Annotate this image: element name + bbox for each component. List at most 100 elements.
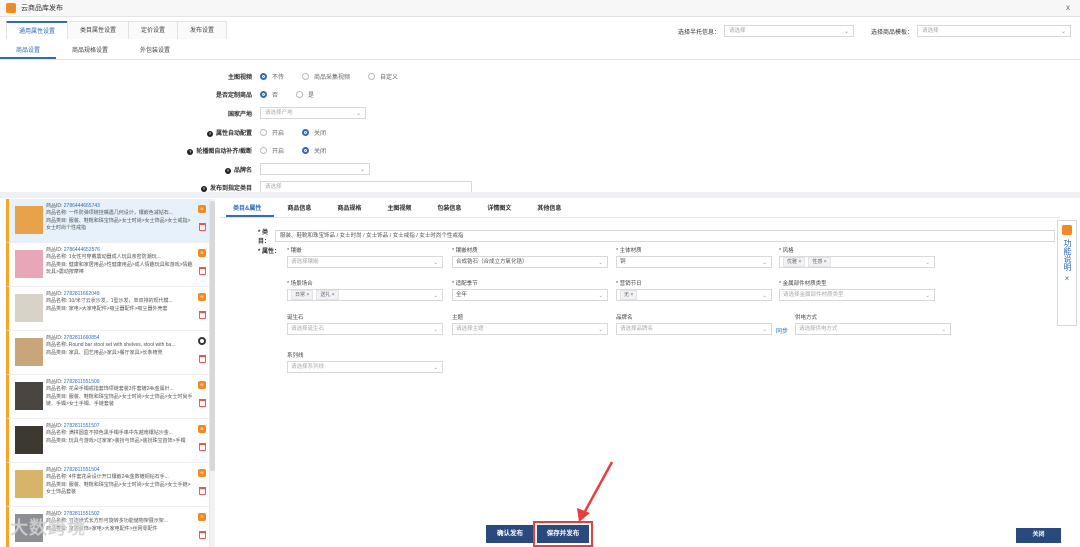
product-id[interactable]: 2782811662049 xyxy=(64,291,100,297)
scrollbar-thumb[interactable] xyxy=(210,201,215,471)
attr-series-select[interactable]: 请选择系列线 ⌄ xyxy=(287,361,443,373)
product-id[interactable]: 2782811551507 xyxy=(64,423,100,429)
attr-inlay-select[interactable]: 请选择镶嵌 ⌄ xyxy=(287,256,443,268)
radio-customized-no[interactable]: 否 xyxy=(260,90,278,99)
product-category: 服装、鞋靴和珠宝饰品>女士时尚>女士饰品>女士手链>女士饰品套装 xyxy=(46,481,191,495)
list-item[interactable]: 商品ID: 2786444653576 商品名称: 1女性可穿戴震动器成人玩具亲密… xyxy=(6,243,209,287)
attr-main-material-select[interactable]: 铜 ⌄ xyxy=(616,256,772,268)
radio-customized-yes[interactable]: 是 xyxy=(296,90,314,99)
attr-power: 供电方式 请选择供电方式 ⌄ xyxy=(795,313,951,335)
attr-birthstone-select[interactable]: 请选择诞生石 ⌄ xyxy=(287,323,443,335)
trash-icon[interactable] xyxy=(199,311,206,319)
attr-style-select[interactable]: 优雅 × 性感 × ⌄ xyxy=(779,256,935,268)
close-button[interactable]: 关闭 xyxy=(1016,528,1061,543)
help-icon[interactable]: ? xyxy=(206,130,213,137)
origin-select[interactable]: 请选择产地 ⌄ xyxy=(260,107,366,119)
product-template-select[interactable]: 请选择 ⌄ xyxy=(917,25,1072,37)
attr-theme-select[interactable]: 请选择主题 ⌄ xyxy=(452,323,608,335)
attr-brand-select[interactable]: 请选择品牌名 ⌄ xyxy=(616,323,772,335)
attr-value: 全年 xyxy=(456,292,468,298)
list-item[interactable]: 商品ID: 2782811660854 商品名称: Round bar stool… xyxy=(6,331,209,375)
close-icon[interactable]: × xyxy=(1058,274,1076,283)
tab-product-settings[interactable]: 商品设置 xyxy=(0,43,57,59)
carousel-row: ? 轮播图自动补齐/截断 开启 关闭 xyxy=(0,143,700,157)
collect-badge-icon[interactable]: N xyxy=(198,425,206,433)
tab-publish-settings[interactable]: 发布设置 xyxy=(177,21,228,39)
radio-carousel-on[interactable]: 开启 xyxy=(260,146,284,155)
product-id[interactable]: 2786444653576 xyxy=(64,247,100,253)
attr-season-select[interactable]: 全年 ⌄ xyxy=(452,289,608,301)
product-thumbnail xyxy=(15,294,43,322)
radio-collected-video[interactable]: 商品采集视频 xyxy=(302,72,350,81)
list-item[interactable]: 商品ID: 2786444665743 商品名称: 一件防弹项链挂嘴遇几何设计，镶… xyxy=(6,199,209,243)
attr-occasion-select[interactable]: 日常 × 送礼 × ⌄ xyxy=(287,289,443,301)
list-item[interactable]: 商品ID: 2782811662049 商品名称: 10/米寸云状沙发，1型沙发，… xyxy=(6,287,209,331)
cat-label: 商品类目: xyxy=(46,305,68,312)
trash-icon[interactable] xyxy=(199,487,206,495)
tab-detail-images[interactable]: 详情图文 xyxy=(474,201,524,217)
tab-spec-settings[interactable]: 商品规格设置 xyxy=(56,43,124,59)
list-item[interactable]: 商品ID: 2782811551507 商品名称: 满拼圆盒不掉色黑手镯手串中东越… xyxy=(6,419,209,463)
collect-badge-icon[interactable]: N xyxy=(198,293,206,301)
radio-auto-attr-on[interactable]: 开启 xyxy=(260,128,284,137)
attr-holiday-select[interactable]: 无 × ⌄ xyxy=(616,289,772,301)
help-panel-text[interactable]: 功能说明 xyxy=(1061,239,1073,271)
radio-no-upload[interactable]: 不传 xyxy=(260,72,284,81)
tab-other-info[interactable]: 其他信息 xyxy=(524,201,574,217)
chevron-down-icon: ⌄ xyxy=(941,327,946,333)
tab-main-video[interactable]: 主图视频 xyxy=(374,201,424,217)
sync-link[interactable]: 同步 xyxy=(776,326,788,335)
tab-packaging[interactable]: 包装信息 xyxy=(424,201,474,217)
attr-series: 系列线 请选择系列线 ⌄ xyxy=(287,351,443,373)
tag-chip[interactable]: 性感 × xyxy=(808,257,831,267)
trash-icon[interactable] xyxy=(199,223,206,231)
tab-product-info[interactable]: 商品信息 xyxy=(274,201,324,217)
attr-inlay-material-select[interactable]: 合成锆石（合成立方氧化锆） ⌄ xyxy=(452,256,608,268)
tab-category-attr[interactable]: 类目属性设置 xyxy=(67,21,130,39)
product-id[interactable]: 2782811660854 xyxy=(64,335,100,341)
window-close-button[interactable]: x xyxy=(1066,3,1070,12)
eye-icon[interactable] xyxy=(198,337,206,345)
tab-general-attr[interactable]: 通用属性设置 xyxy=(6,21,69,39)
tag-chip[interactable]: 优雅 × xyxy=(783,257,806,267)
collect-badge-icon[interactable]: N xyxy=(198,381,206,389)
category-input[interactable]: 服装、鞋靴和珠宝饰品 / 女士时尚 / 女士饰品 / 女士戒指 / 女士时尚个性… xyxy=(275,230,1055,242)
brand-select[interactable]: ⌄ xyxy=(260,163,370,175)
help-side-panel[interactable]: 功能说明 × xyxy=(1057,220,1077,326)
radio-custom[interactable]: 自定义 xyxy=(368,72,398,81)
collect-badge-icon[interactable]: N xyxy=(198,205,206,213)
tab-product-spec[interactable]: 商品规格 xyxy=(324,201,374,217)
trash-icon[interactable] xyxy=(199,443,206,451)
radio-carousel-off[interactable]: 关闭 xyxy=(302,146,326,155)
semi-managed-select[interactable]: 请选择 ⌄ xyxy=(724,25,855,37)
tag-chip[interactable]: 送礼 × xyxy=(316,290,339,300)
tab-pricing[interactable]: 定价设置 xyxy=(128,21,179,39)
product-id[interactable]: 2782811551504 xyxy=(64,467,100,473)
list-item[interactable]: 商品ID: 2782811551504 商品名称: 4件套花朵设计开口镶嵌24k金… xyxy=(6,463,209,507)
help-icon[interactable]: ? xyxy=(187,148,194,155)
attr-metal-type-select[interactable]: 请选择金属部件材质类型 ⌄ xyxy=(779,289,935,301)
tag-chip[interactable]: 日常 × xyxy=(291,290,314,300)
collect-badge-icon[interactable]: N xyxy=(198,249,206,257)
product-id[interactable]: 2786444665743 xyxy=(64,203,100,209)
trash-icon[interactable] xyxy=(199,267,206,275)
radio-unchecked-icon xyxy=(368,72,376,80)
collect-badge-icon[interactable]: N xyxy=(198,469,206,477)
list-item[interactable]: 商品ID: 2782811551509 商品名称: 花朵手镯戒指套饰项链套装3件套… xyxy=(6,375,209,419)
trash-icon[interactable] xyxy=(199,355,206,363)
trash-icon[interactable] xyxy=(199,399,206,407)
help-icon[interactable]: ? xyxy=(200,185,207,192)
attr-power-select[interactable]: 请选择供电方式 ⌄ xyxy=(795,323,951,335)
trash-icon[interactable] xyxy=(199,531,206,539)
collect-badge-icon[interactable]: N xyxy=(198,513,206,521)
radio-auto-attr-off[interactable]: 关闭 xyxy=(302,128,326,137)
attr-label: * 场景场合 xyxy=(287,281,313,287)
product-id[interactable]: 2782811551509 xyxy=(64,379,100,385)
help-icon[interactable]: ? xyxy=(224,167,231,174)
product-list-scrollbar[interactable] xyxy=(210,199,215,547)
confirm-publish-button[interactable]: 确认发布 xyxy=(486,525,534,543)
tag-chip[interactable]: 无 × xyxy=(620,290,638,300)
tab-packaging-settings[interactable]: 外包装设置 xyxy=(124,43,186,59)
product-name: 花朵手镯戒指套饰项链套装3件套镀24k金属针... xyxy=(68,386,174,393)
tab-category-attributes[interactable]: 类目&属性 xyxy=(226,201,275,217)
